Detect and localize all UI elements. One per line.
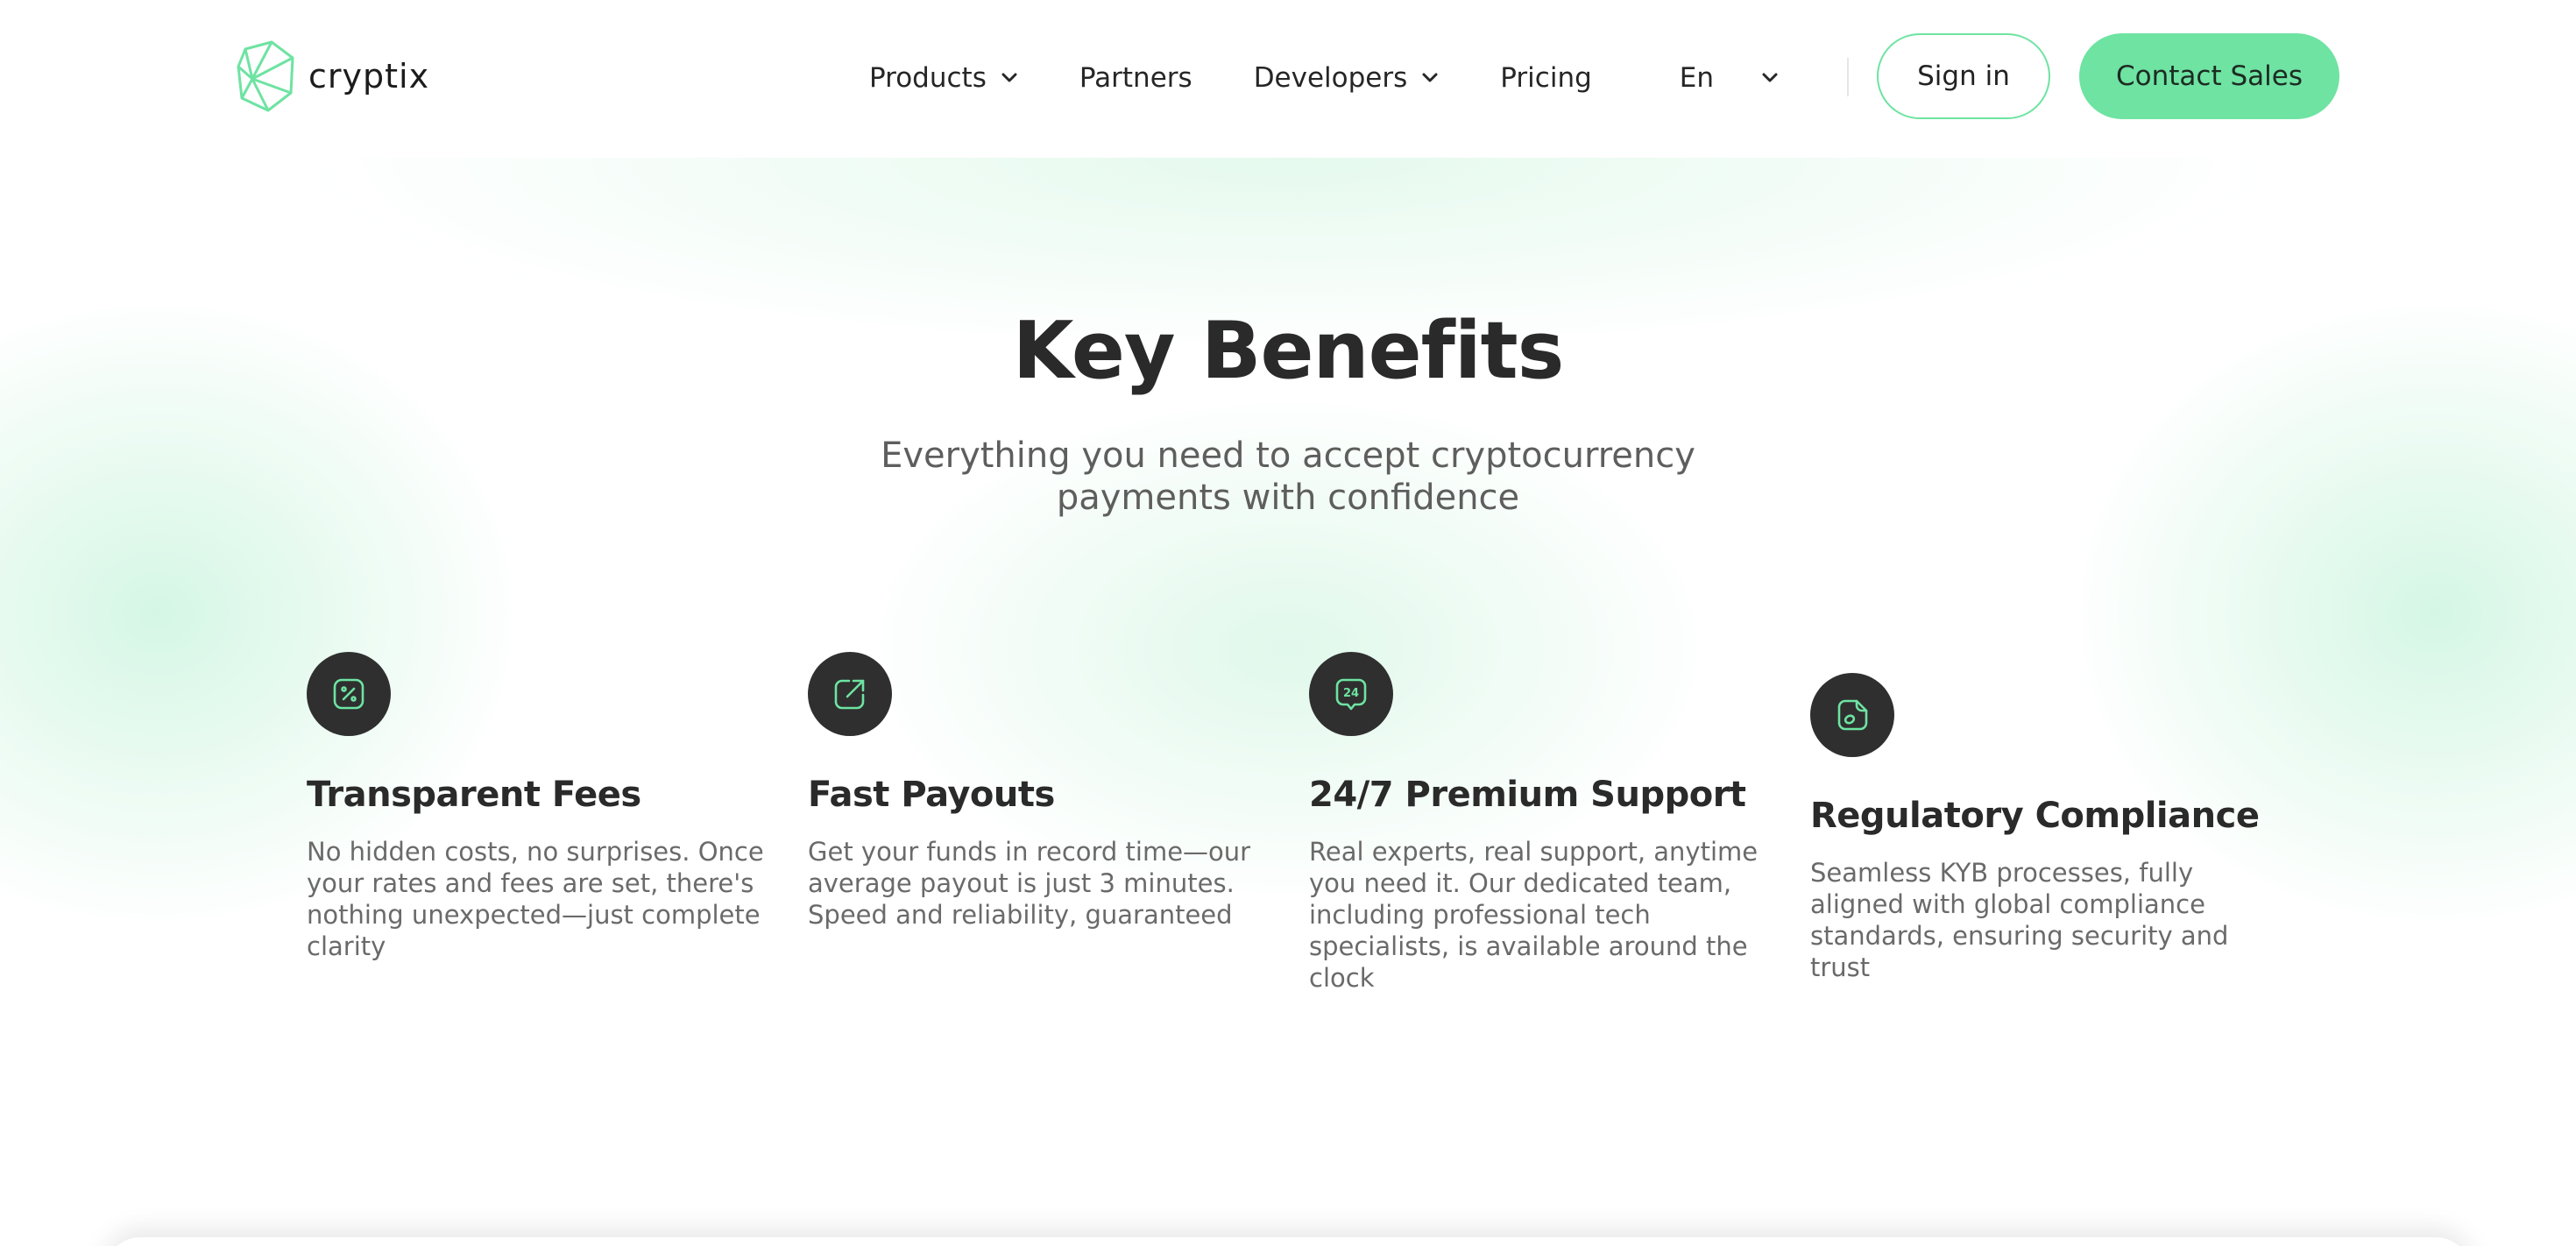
benefit-description: No hidden costs, no surprises. Once your…: [307, 837, 764, 961]
next-section-edge: [105, 1237, 2471, 1246]
section-subtitle: Everything you need to accept cryptocurr…: [881, 435, 1695, 518]
site-header: cryptix Products Partners Developers Pri…: [0, 0, 2576, 158]
benefit-title: Fast Payouts: [808, 775, 1055, 815]
cryptix-logo-icon: [237, 40, 294, 112]
benefit-card-premium-support: 24 24/7 Premium Support Real experts, re…: [1309, 652, 1782, 994]
document-icon: [1810, 673, 1894, 757]
nav-products[interactable]: Products: [869, 62, 1018, 94]
benefit-card-regulatory-compliance: Regulatory Compliance Seamless KYB proce…: [1810, 673, 2301, 983]
nav-divider: [1847, 58, 1849, 96]
external-arrow-icon: [808, 652, 892, 736]
nav-pricing[interactable]: Pricing: [1500, 62, 1592, 94]
benefit-title: Regulatory Compliance: [1810, 796, 2260, 836]
nav-pricing-label: Pricing: [1500, 62, 1592, 94]
section-title: Key Benefits: [1012, 305, 1565, 397]
benefit-description: Real experts, real support, anytime you …: [1309, 837, 1759, 993]
support-24-icon: 24: [1309, 652, 1393, 736]
benefit-title: Transparent Fees: [307, 775, 641, 815]
nav-developers[interactable]: Developers: [1254, 62, 1440, 94]
support-24-label: 24: [1343, 687, 1359, 700]
main-nav: Products Partners Developers Pricing En: [869, 0, 1779, 156]
percent-icon: [307, 652, 391, 736]
language-label: En: [1679, 62, 1715, 94]
language-selector[interactable]: En: [1680, 62, 1779, 94]
nav-products-label: Products: [869, 62, 987, 94]
benefit-description: Seamless KYB processes, fully aligned wi…: [1810, 858, 2229, 982]
benefit-description: Get your funds in record time—our averag…: [808, 837, 1251, 930]
logo-text: cryptix: [308, 57, 430, 96]
chevron-down-icon: [1422, 73, 1438, 82]
benefit-card-transparent-fees: Transparent Fees No hidden costs, no sur…: [307, 652, 780, 962]
benefit-title: 24/7 Premium Support: [1309, 775, 1746, 815]
contact-sales-button[interactable]: Contact Sales: [2079, 33, 2339, 119]
chevron-down-icon: [1762, 73, 1778, 82]
benefit-card-fast-payouts: Fast Payouts Get your funds in record ti…: [808, 652, 1281, 931]
logo-link[interactable]: cryptix: [237, 40, 429, 112]
nav-partners-label: Partners: [1079, 62, 1192, 94]
page: cryptix Products Partners Developers Pri…: [0, 0, 2576, 1246]
chevron-down-icon: [1001, 73, 1017, 82]
sign-in-button[interactable]: Sign in: [1877, 33, 2050, 119]
nav-developers-label: Developers: [1253, 62, 1408, 94]
nav-partners[interactable]: Partners: [1079, 62, 1192, 94]
